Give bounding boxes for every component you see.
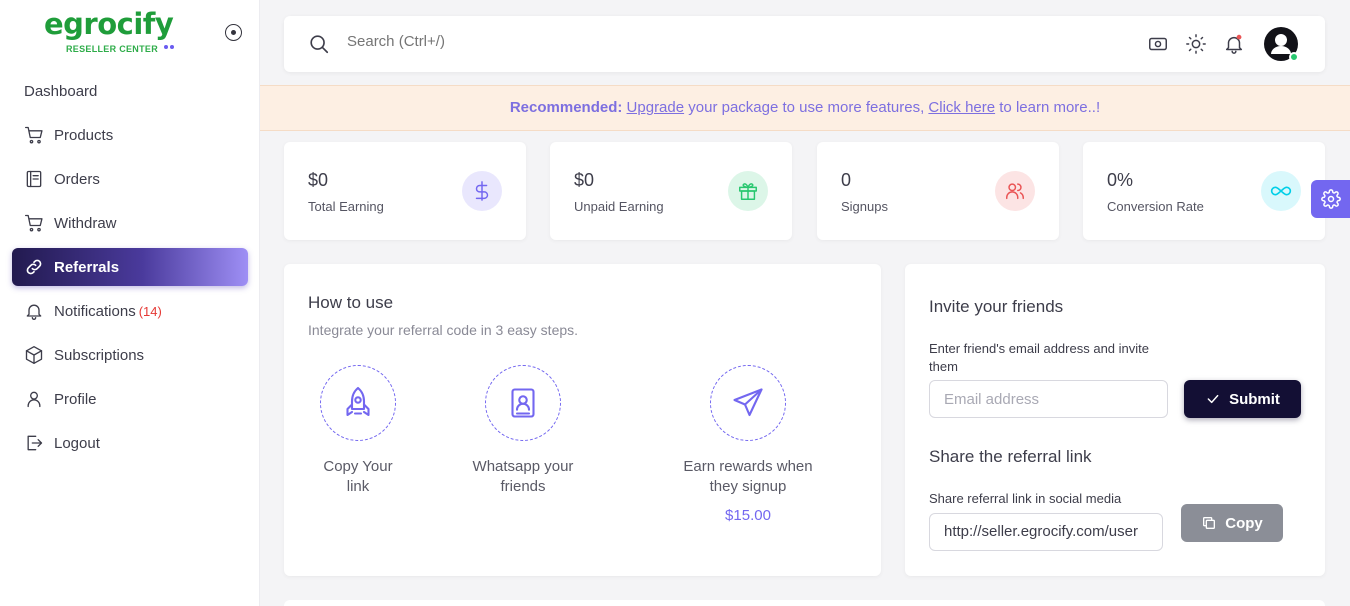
stat-card-conversion-rate: 0% Conversion Rate	[1083, 142, 1325, 240]
referral-link-field[interactable]: http://seller.egrocify.com/user	[929, 513, 1163, 551]
infinity-icon	[1261, 171, 1301, 211]
stat-card-unpaid-earning: $0 Unpaid Earning	[550, 142, 792, 240]
invite-friends-card: Invite your friends Enter friend's email…	[905, 264, 1325, 576]
sidebar-item-logout[interactable]: Logout	[12, 424, 248, 462]
step-text-line2: link	[346, 478, 370, 495]
link-icon	[24, 257, 44, 277]
book-icon	[24, 169, 44, 189]
customizer-gear-button[interactable]	[1311, 180, 1350, 218]
online-status-dot	[1289, 52, 1299, 62]
banner-suffix: to learn more..!	[999, 99, 1101, 116]
sidebar-item-products[interactable]: Products	[12, 116, 248, 154]
stat-card-total-earning: $0 Total Earning	[284, 142, 526, 240]
cart-icon	[24, 213, 44, 233]
brand-logo[interactable]: egrocify RESELLER CENTER	[44, 8, 194, 58]
stat-label: Signups	[841, 199, 888, 214]
copy-button[interactable]: Copy	[1181, 504, 1283, 542]
step-text-line2: they signup	[709, 478, 787, 495]
contact-card-icon	[485, 365, 561, 441]
email-help-text: Enter friend's email address and invite …	[929, 341, 1149, 374]
submit-button[interactable]: Submit	[1184, 380, 1301, 418]
sidebar-item-dashboard[interactable]: Dashboard	[12, 72, 248, 110]
sidebar-nav: Dashboard Products Orders Withdraw Refer…	[12, 72, 248, 468]
sidebar-item-profile[interactable]: Profile	[12, 380, 248, 418]
dollar-icon	[462, 171, 502, 211]
step-text-line1: Copy Your	[323, 458, 393, 475]
share-title: Share the referral link	[929, 447, 1092, 466]
sidebar-toggle-icon[interactable]	[225, 24, 242, 41]
how-to-use-card: How to use Integrate your referral code …	[284, 264, 881, 576]
brand-dots	[164, 36, 176, 54]
user-avatar[interactable]	[1264, 27, 1299, 62]
submit-label: Submit	[1229, 390, 1280, 408]
next-card-edge	[284, 600, 1325, 606]
search-input[interactable]	[347, 33, 747, 50]
step-text-line1: Earn rewards when	[683, 458, 813, 475]
search-icon[interactable]	[308, 33, 330, 55]
sidebar-item-label: Logout	[54, 434, 100, 452]
brand-subtitle: RESELLER CENTER	[66, 44, 159, 54]
package-icon	[24, 345, 44, 365]
paper-plane-icon	[710, 365, 786, 441]
step-whatsapp: Whatsapp your friends	[443, 365, 603, 497]
reward-amount: $15.00	[725, 507, 771, 524]
card-title: How to use	[308, 293, 394, 312]
step-text-line1: Whatsapp your	[472, 458, 574, 475]
stat-label: Unpaid Earning	[574, 199, 664, 214]
sidebar-item-label: Subscriptions	[54, 346, 145, 364]
invite-title: Invite your friends	[929, 297, 1064, 316]
sidebar-item-notifications[interactable]: Notifications (14)	[12, 292, 248, 330]
stat-value: $0	[308, 170, 329, 190]
top-navbar	[284, 16, 1325, 72]
gift-icon	[728, 171, 768, 211]
stat-card-signups: 0 Signups	[817, 142, 1059, 240]
stat-label: Conversion Rate	[1107, 199, 1204, 214]
step-copy-link: Copy Your link	[278, 365, 438, 497]
banner-prefix: Recommended:	[509, 99, 623, 116]
sidebar-item-orders[interactable]: Orders	[12, 160, 248, 198]
sidebar-item-label: Profile	[54, 390, 97, 408]
rocket-icon	[320, 365, 396, 441]
sidebar-item-withdraw[interactable]: Withdraw	[12, 204, 248, 242]
banner-text: your package to use more features,	[688, 99, 925, 116]
step-earn-rewards: Earn rewards when they signup $15.00	[668, 365, 828, 524]
sidebar-item-label: Orders	[54, 170, 100, 188]
bell-icon	[24, 301, 44, 321]
card-subtitle: Integrate your referral code in 3 easy s…	[308, 322, 579, 338]
stat-value: 0%	[1107, 170, 1134, 190]
sidebar-item-label: Withdraw	[54, 214, 117, 232]
share-help-text: Share referral link in social media	[929, 491, 1122, 506]
sidebar-item-label: Notifications	[54, 302, 136, 320]
sidebar-item-label: Referrals	[54, 258, 120, 276]
check-icon	[1207, 394, 1219, 404]
stat-value: $0	[574, 170, 595, 190]
sun-icon[interactable]	[1185, 33, 1207, 55]
cart-icon	[24, 125, 44, 145]
user-icon	[24, 389, 44, 409]
notifications-bell-icon[interactable]	[1223, 33, 1245, 55]
gear-icon	[1320, 189, 1341, 209]
sidebar-item-label: Products	[54, 126, 114, 144]
logout-icon	[24, 433, 44, 453]
sidebar-item-referrals[interactable]: Referrals	[12, 248, 248, 286]
upgrade-link[interactable]: Upgrade	[627, 99, 685, 116]
stat-value: 0	[841, 170, 852, 190]
sidebar: egrocify RESELLER CENTER Dashboard Produ…	[0, 0, 260, 606]
sidebar-item-label: Dashboard	[24, 82, 98, 100]
users-icon	[995, 171, 1035, 211]
email-input[interactable]	[929, 380, 1168, 418]
copy-icon	[1203, 517, 1216, 529]
step-text-line2: friends	[500, 478, 546, 495]
cash-icon[interactable]	[1147, 33, 1169, 55]
upgrade-banner: Recommended: Upgrade your package to use…	[260, 85, 1350, 131]
stat-label: Total Earning	[308, 199, 384, 214]
notification-count-badge: (14)	[138, 303, 162, 319]
copy-label: Copy	[1225, 514, 1263, 532]
sidebar-item-subscriptions[interactable]: Subscriptions	[12, 336, 248, 374]
click-here-link[interactable]: Click here	[928, 99, 995, 116]
